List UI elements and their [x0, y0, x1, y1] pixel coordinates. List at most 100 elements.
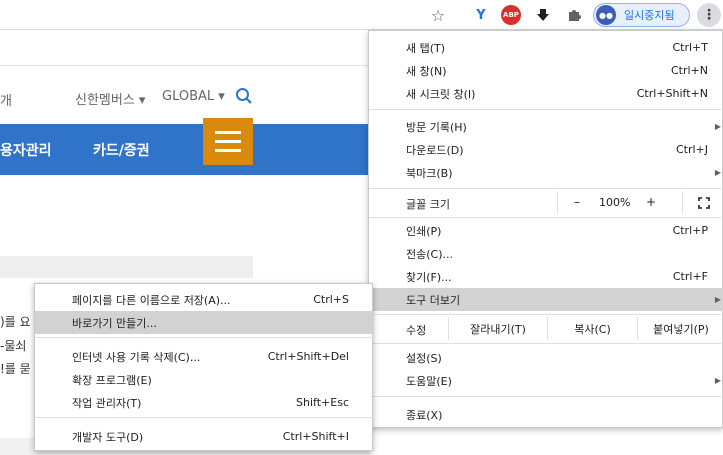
menu-exit[interactable]: 종료(X): [369, 403, 723, 426]
menu-bookmarks[interactable]: 북마크(B) ▶: [369, 161, 723, 184]
nav-user-management[interactable]: 용자관리: [0, 140, 52, 160]
nav-shinhan-members[interactable]: 신한멤버스 ▾: [75, 89, 145, 108]
search-icon[interactable]: [235, 87, 253, 105]
menu-edit-row: 수정 잘라내기(T) 복사(C) 붙여넣기(P): [369, 317, 723, 340]
menu-shortcut: Ctrl+N: [670, 64, 708, 77]
menu-print[interactable]: 인쇄(P) Ctrl+P: [369, 219, 723, 242]
submenu-arrow-icon: ▶: [714, 122, 721, 131]
menu-label: 개발자 도구(D): [72, 430, 144, 444]
hamburger-line: [215, 131, 241, 134]
bookmark-star-icon[interactable]: ☆: [428, 5, 448, 25]
edit-label: 수정: [406, 324, 427, 337]
download-extension-icon[interactable]: [533, 5, 553, 25]
chrome-menu-kebab-icon[interactable]: ⋮: [697, 3, 721, 27]
menu-shortcut: Ctrl+S: [313, 293, 349, 306]
profile-button[interactable]: ●● 일시중지됨: [593, 3, 690, 27]
menu-separator: [369, 188, 723, 189]
chrome-main-menu: 새 탭(T) Ctrl+T 새 창(N) Ctrl+N 새 시크릿 창(I) C…: [368, 30, 723, 428]
body-text-fragment: )를 요: [0, 315, 31, 329]
body-text-fragment: -물쇠: [0, 339, 27, 353]
menu-shortcut: Ctrl+P: [672, 224, 708, 237]
nav-global[interactable]: GLOBAL ▾: [162, 89, 225, 104]
browser-toolbar: ☆ Y ABP ●● 일시중지됨 ⋮: [0, 0, 723, 30]
menu-downloads[interactable]: 다운로드(D) Ctrl+J: [369, 138, 723, 161]
submenu-clear-browsing-data[interactable]: 인터넷 사용 기록 삭제(C)... Ctrl+Shift+Del: [35, 345, 374, 368]
menu-separator: [369, 109, 723, 110]
nav-card-securities[interactable]: 카드/증권: [93, 140, 150, 160]
submenu-arrow-icon: ▶: [714, 168, 721, 177]
fullscreen-icon: [698, 196, 710, 209]
menu-label: 다운로드(D): [406, 143, 464, 157]
nav-left-fragment[interactable]: 개: [0, 90, 12, 109]
profile-status-label: 일시중지됨: [624, 9, 675, 22]
menu-new-window[interactable]: 새 창(N) Ctrl+N: [369, 59, 723, 82]
download-arrow-icon: [537, 9, 549, 21]
submenu-arrow-icon: ▶: [714, 376, 721, 385]
menu-label: 전송(C)...: [406, 247, 453, 261]
menu-settings[interactable]: 설정(S): [369, 346, 723, 369]
menu-find[interactable]: 찾기(F)... Ctrl+F: [369, 265, 723, 288]
adblock-plus-icon[interactable]: ABP: [500, 4, 522, 26]
paste-button[interactable]: 붙여넣기(P): [637, 317, 723, 340]
menu-separator: [369, 396, 723, 397]
menu-label: 인쇄(P): [406, 224, 442, 238]
menu-new-tab[interactable]: 새 탭(T) Ctrl+T: [369, 36, 723, 59]
menu-shortcut: Ctrl+Shift+I: [282, 430, 349, 443]
menu-label: 새 창(N): [406, 64, 447, 78]
menu-shortcut: Ctrl+Shift+N: [636, 87, 708, 100]
menu-more-tools[interactable]: 도구 더보기 ▶: [369, 288, 723, 311]
zoom-value: 100%: [599, 196, 631, 209]
menu-zoom-row: 글꼴 크기 – 100% +: [369, 191, 723, 214]
menu-new-incognito[interactable]: 새 시크릿 창(I) Ctrl+Shift+N: [369, 82, 723, 105]
extension-y-icon[interactable]: Y: [471, 5, 491, 25]
submenu-save-page[interactable]: 페이지를 다른 이름으로 저장(A)... Ctrl+S: [35, 288, 374, 311]
submenu-create-shortcut[interactable]: 바로가기 만들기...: [35, 311, 374, 334]
copy-button[interactable]: 복사(C): [547, 317, 637, 340]
submenu-developer-tools[interactable]: 개발자 도구(D) Ctrl+Shift+I: [35, 425, 374, 448]
submenu-task-manager[interactable]: 작업 관리자(T) Shift+Esc: [35, 391, 374, 414]
cut-button[interactable]: 잘라내기(T): [448, 317, 547, 340]
menu-separator: [35, 417, 374, 418]
menu-label: 바로가기 만들기...: [72, 316, 157, 330]
extensions-puzzle-icon[interactable]: [564, 5, 584, 25]
menu-shortcut: Ctrl+Shift+Del: [267, 350, 349, 363]
menu-label: 도움말(E): [406, 374, 452, 388]
more-tools-submenu: 페이지를 다른 이름으로 저장(A)... Ctrl+S 바로가기 만들기...…: [34, 283, 374, 451]
menu-label: 페이지를 다른 이름으로 저장(A)...: [72, 293, 231, 307]
menu-cast[interactable]: 전송(C)...: [369, 242, 723, 265]
menu-separator: [369, 343, 723, 344]
zoom-controls: – 100% +: [557, 191, 723, 214]
profile-avatar-icon: ●●: [596, 5, 616, 25]
menu-separator: [369, 314, 723, 315]
menu-label: 방문 기록(H): [406, 120, 467, 134]
menu-help[interactable]: 도움말(E) ▶: [369, 369, 723, 392]
abp-badge: ABP: [501, 5, 521, 25]
content-gray-band: [0, 256, 253, 278]
hamburger-line: [215, 140, 241, 143]
zoom-label: 글꼴 크기: [406, 198, 450, 211]
menu-label: 종료(X): [406, 408, 443, 422]
zoom-out-button[interactable]: –: [574, 195, 580, 209]
menu-label: 인터넷 사용 기록 삭제(C)...: [72, 350, 201, 364]
hamburger-menu-button[interactable]: [203, 118, 253, 165]
puzzle-icon: [569, 10, 581, 21]
fullscreen-button[interactable]: [682, 191, 723, 214]
menu-label: 도구 더보기: [406, 293, 461, 307]
menu-label: 설정(S): [406, 351, 442, 365]
menu-history[interactable]: 방문 기록(H) ▶: [369, 115, 723, 138]
header-divider: [0, 65, 370, 66]
menu-shortcut: Ctrl+J: [675, 143, 708, 156]
menu-label: 작업 관리자(T): [72, 396, 142, 410]
menu-separator: [35, 337, 374, 338]
menu-shortcut: Ctrl+F: [672, 270, 708, 283]
zoom-in-button[interactable]: +: [646, 195, 656, 209]
menu-label: 확장 프로그램(E): [72, 373, 152, 387]
hamburger-line: [215, 149, 241, 152]
menu-separator: [369, 217, 723, 218]
menu-label: 새 시크릿 창(I): [406, 87, 476, 101]
submenu-extensions[interactable]: 확장 프로그램(E): [35, 368, 374, 391]
main-nav-bar: 용자관리 카드/증권: [0, 124, 370, 175]
menu-label: 찾기(F)...: [406, 270, 452, 284]
menu-shortcut: Ctrl+T: [672, 41, 708, 54]
menu-shortcut: Shift+Esc: [296, 396, 349, 409]
